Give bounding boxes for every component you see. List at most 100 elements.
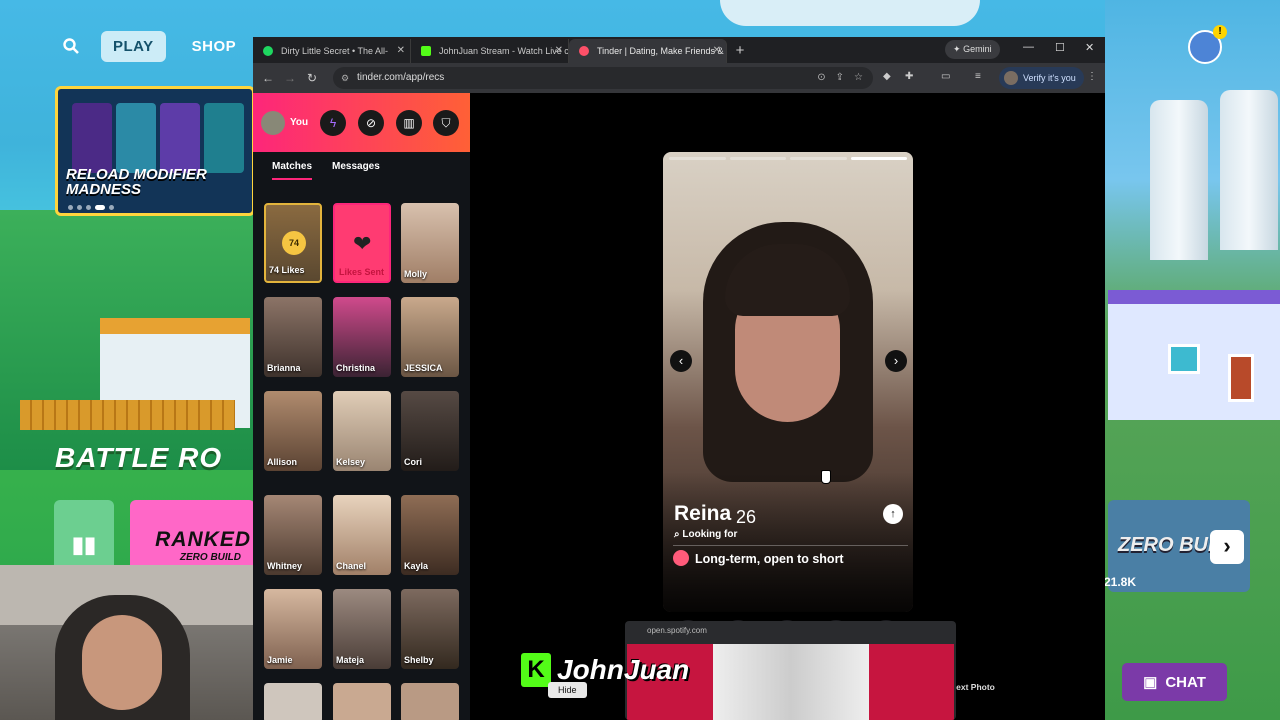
sparkle-icon: ✦: [953, 44, 961, 54]
gemini-label: Gemini: [963, 44, 992, 54]
match-card[interactable]: [401, 683, 459, 720]
divider: [673, 545, 908, 546]
kick-logo-icon: K: [521, 653, 551, 687]
explore-icon[interactable]: ⊘: [358, 110, 384, 136]
streamer-logo: K JohnJuan: [521, 653, 689, 687]
match-name: Cori: [404, 457, 422, 467]
chevron-right-icon[interactable]: ›: [1210, 530, 1244, 564]
next-photo-hint: Next Photo: [950, 682, 995, 692]
match-card[interactable]: Kelsey: [333, 391, 391, 471]
play-tab[interactable]: PLAY: [101, 30, 166, 62]
tab-kick[interactable]: JohnJuan Stream - Watch Live c ✕: [411, 39, 569, 63]
bookmark-star-icon[interactable]: ☆: [854, 67, 863, 89]
looking-for-label: ⌕ Looking for: [674, 529, 738, 540]
match-name: Jamie: [267, 655, 293, 665]
match-card[interactable]: [264, 683, 322, 720]
install-icon[interactable]: ⇪: [836, 67, 844, 89]
forward-icon[interactable]: →: [279, 71, 301, 85]
gemini-button[interactable]: ✦ Gemini: [945, 40, 1000, 59]
location-icon[interactable]: ⊙: [817, 67, 825, 89]
puzzle-icon[interactable]: ✚: [905, 71, 913, 82]
match-card[interactable]: Molly: [401, 203, 459, 283]
house-window: [1168, 344, 1200, 374]
battle-royale-title: BATTLE RO: [55, 442, 223, 473]
album-photo: [713, 644, 869, 720]
house-door: [1228, 354, 1254, 402]
shop-tab[interactable]: SHOP: [180, 31, 249, 62]
chevron-left-icon[interactable]: ‹: [670, 350, 692, 372]
cloud: [720, 0, 980, 26]
relationship-goal: Long-term, open to short: [673, 550, 844, 566]
url-text: tinder.com/app/recs: [357, 72, 445, 83]
my-avatar[interactable]: [261, 111, 285, 135]
new-tab-icon[interactable]: +: [727, 39, 753, 63]
streamer-face: [82, 615, 162, 710]
likes-sent-card[interactable]: ❤ Likes Sent: [333, 203, 391, 283]
heart-eyes-icon: [673, 550, 689, 566]
match-card[interactable]: Whitney: [264, 495, 322, 575]
arrow-up-icon[interactable]: ↑: [883, 504, 903, 524]
chevron-right-icon[interactable]: ›: [885, 350, 907, 372]
webcam-overlay: [0, 565, 262, 720]
match-card[interactable]: Chanel: [333, 495, 391, 575]
match-name: Kayla: [404, 561, 429, 571]
verify-label: Verify it's you: [1023, 73, 1076, 83]
profile-card[interactable]: ‹ › Reina 26 ↑ ⌕ Looking for Long-term, …: [663, 152, 913, 612]
reload-icon[interactable]: ↻: [301, 71, 323, 85]
shield-icon[interactable]: ⛉: [433, 110, 459, 136]
briefcase-icon[interactable]: ▥: [396, 110, 422, 136]
kick-icon: [421, 46, 431, 56]
close-icon[interactable]: ✕: [555, 39, 563, 63]
promo-card[interactable]: RELOAD MODIFIER MADNESS: [55, 86, 255, 216]
hide-button[interactable]: Hide: [548, 682, 587, 698]
chat-button[interactable]: ▣ CHAT: [1122, 663, 1227, 701]
tab-tinder[interactable]: Tinder | Dating, Make Friends & ✕: [569, 39, 727, 63]
tinder-icon: [579, 46, 589, 56]
match-card[interactable]: Mateja: [333, 589, 391, 669]
cast-icon[interactable]: ▭: [941, 71, 950, 82]
match-card[interactable]: Jamie: [264, 589, 322, 669]
match-card[interactable]: Allison: [264, 391, 322, 471]
tab-messages[interactable]: Messages: [332, 161, 380, 172]
match-card[interactable]: Brianna: [264, 297, 322, 377]
chat-icon: ▣: [1143, 674, 1158, 691]
likes-card[interactable]: 74 74 Likes: [264, 203, 322, 283]
promo-tile: [116, 103, 156, 173]
url-field[interactable]: ⚙ tinder.com/app/recs ⊙ ⇪ ☆: [333, 67, 873, 89]
match-card[interactable]: [333, 683, 391, 720]
spotify-url: open.spotify.com: [647, 626, 707, 635]
boost-icon[interactable]: ϟ: [320, 110, 346, 136]
match-card[interactable]: JESSICA: [401, 297, 459, 377]
match-name: Molly: [404, 269, 428, 279]
extension-icon[interactable]: ◆: [883, 71, 891, 82]
tab-title: Dirty Little Secret • The All-: [281, 46, 389, 56]
verify-button[interactable]: Verify it's you: [999, 67, 1084, 89]
close-icon[interactable]: ✕: [713, 39, 721, 63]
match-card[interactable]: Christina: [333, 297, 391, 377]
carousel-dots[interactable]: [68, 205, 114, 210]
maximize-icon[interactable]: ☐: [1055, 41, 1065, 54]
match-card[interactable]: Kayla: [401, 495, 459, 575]
close-window-icon[interactable]: ✕: [1085, 41, 1094, 54]
browser-window: Dirty Little Secret • The All- ✕ JohnJua…: [253, 37, 1105, 720]
site-info-icon[interactable]: ⚙: [341, 67, 349, 89]
more-icon[interactable]: ⋮: [1087, 71, 1097, 82]
match-card[interactable]: Cori: [401, 391, 459, 471]
media-icon[interactable]: ≡: [975, 71, 981, 82]
match-name: Kelsey: [336, 457, 366, 467]
my-profile-label[interactable]: You: [290, 117, 308, 128]
back-icon[interactable]: ←: [257, 71, 279, 85]
minimize-icon[interactable]: —: [1023, 41, 1034, 53]
promo-title: RELOAD MODIFIER MADNESS: [66, 166, 207, 198]
ranked-subtitle: ZERO BUILD: [179, 552, 241, 563]
search-icon[interactable]: [55, 30, 87, 62]
profile-name: Reina: [674, 502, 732, 525]
close-icon[interactable]: ✕: [397, 39, 405, 63]
alert-icon: !: [1213, 25, 1227, 39]
likes-count-badge: 74: [282, 231, 306, 255]
tab-title: JohnJuan Stream - Watch Live c: [439, 46, 569, 56]
match-card[interactable]: Shelby: [401, 589, 459, 669]
profile-avatar: [1004, 71, 1018, 85]
tab-matches[interactable]: Matches: [272, 161, 313, 180]
tab-spotify[interactable]: Dirty Little Secret • The All- ✕: [253, 39, 411, 63]
